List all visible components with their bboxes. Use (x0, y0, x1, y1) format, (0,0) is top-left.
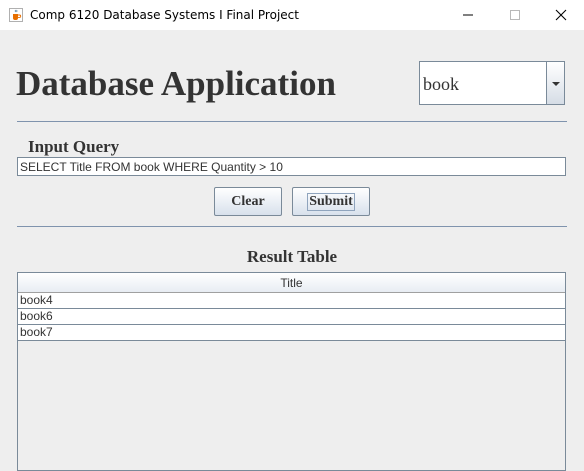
column-header-title[interactable]: Title (18, 273, 565, 293)
maximize-icon (510, 10, 520, 20)
java-coffee-cup-icon (9, 8, 23, 22)
result-table[interactable]: Title book4 book6 book7 (17, 272, 566, 471)
window-titlebar[interactable]: Comp 6120 Database Systems I Final Proje… (0, 0, 584, 30)
window-title: Comp 6120 Database Systems I Final Proje… (30, 8, 299, 22)
minimize-icon (463, 14, 473, 16)
query-input[interactable]: SELECT Title FROM book WHERE Quantity > … (17, 157, 566, 176)
close-icon (555, 9, 567, 21)
table-body: book4 book6 book7 (18, 293, 565, 341)
minimize-button[interactable] (445, 0, 491, 30)
dropdown-arrow-button[interactable] (546, 62, 564, 104)
separator-top (17, 121, 567, 122)
separator-bottom (17, 226, 567, 227)
input-query-label: Input Query (28, 137, 120, 156)
triangle-down-icon (552, 82, 560, 86)
table-selector-dropdown[interactable]: book (419, 61, 565, 105)
submit-button-label: Submit (307, 192, 355, 211)
close-button[interactable] (538, 0, 584, 30)
maximize-button[interactable] (492, 0, 538, 30)
table-row[interactable]: book4 (18, 293, 565, 309)
table-row[interactable]: book6 (18, 309, 565, 325)
result-table-label: Result Table (246, 247, 338, 266)
clear-button-label: Clear (231, 193, 265, 209)
table-selector-value: book (423, 74, 459, 94)
submit-button[interactable]: Submit (292, 187, 370, 216)
clear-button[interactable]: Clear (214, 187, 282, 216)
table-row[interactable]: book7 (18, 325, 565, 341)
app-heading: Database Application (16, 64, 336, 103)
